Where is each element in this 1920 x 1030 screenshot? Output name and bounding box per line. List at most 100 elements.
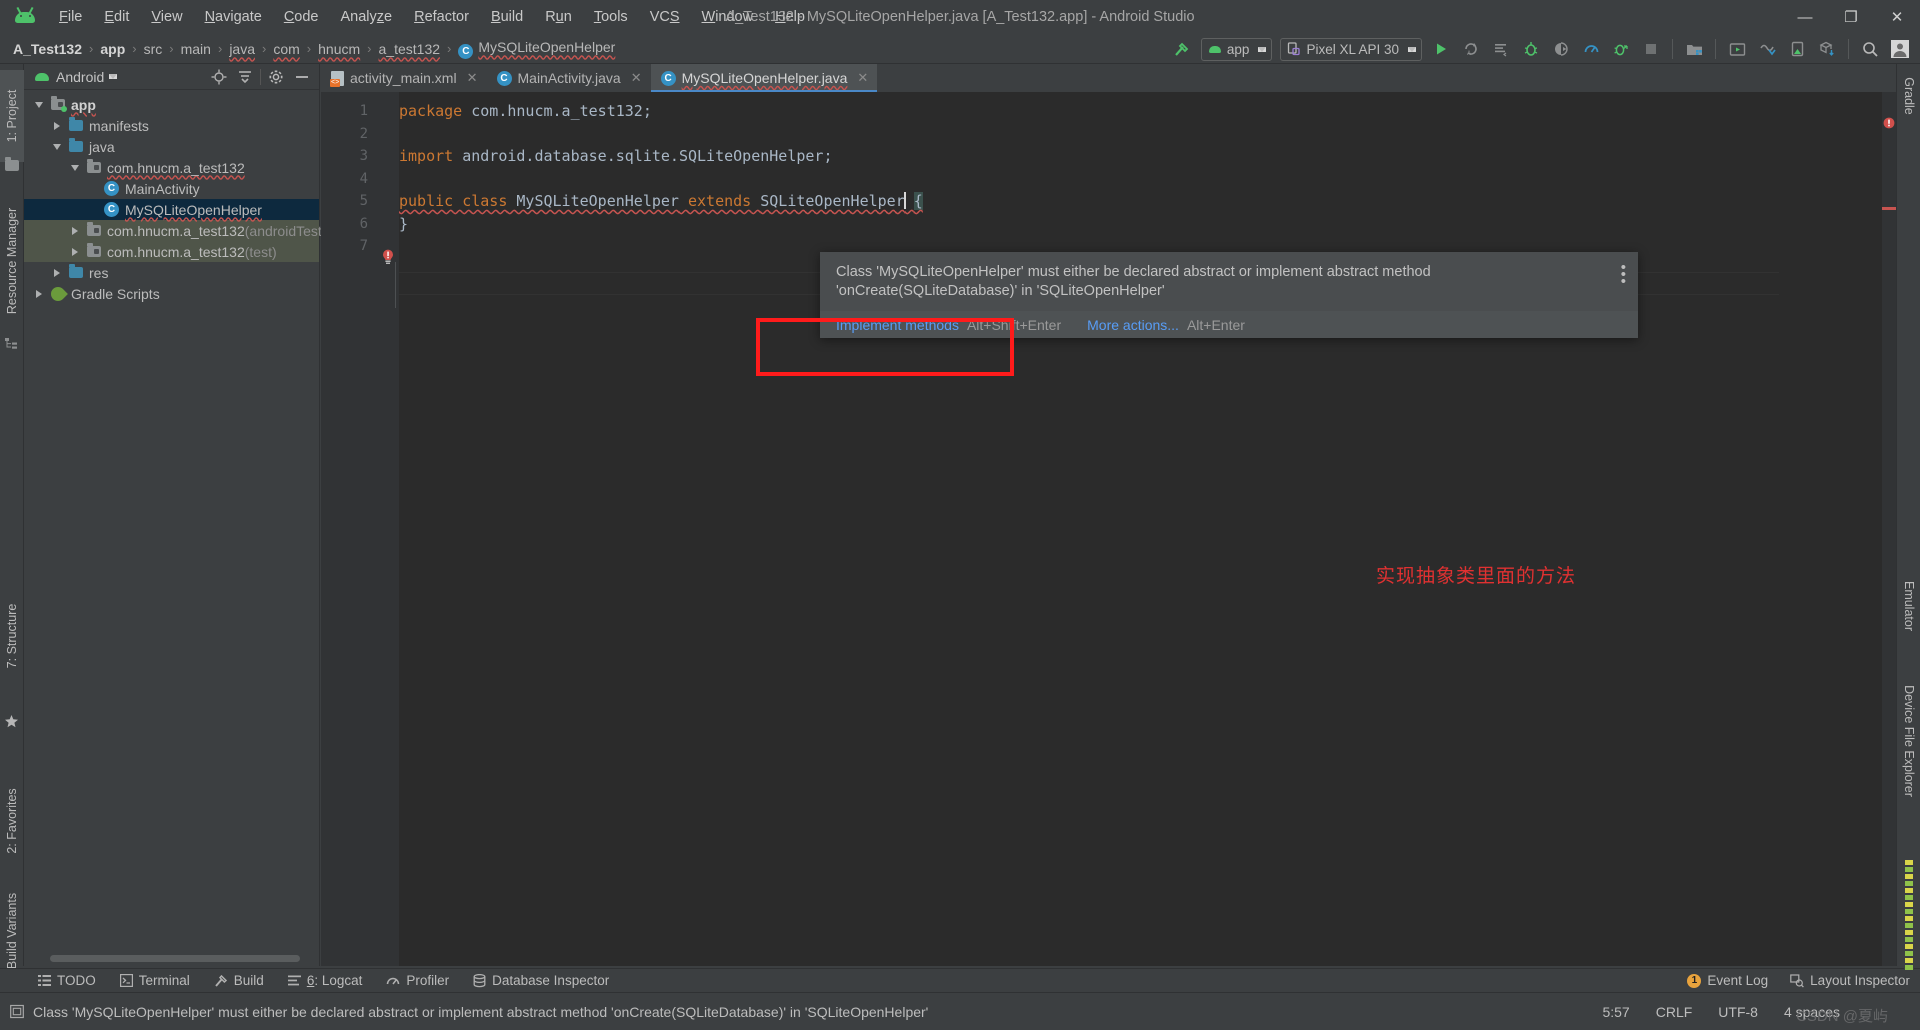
sidebar-item-structure[interactable]: 7: Structure	[0, 582, 24, 690]
menu-item-view[interactable]: View	[140, 5, 193, 29]
hide-panel-icon[interactable]	[291, 67, 313, 87]
maximize-button[interactable]: ❐	[1828, 0, 1874, 34]
error-count-marker[interactable]	[1883, 116, 1895, 129]
code-content[interactable]: package com.hnucm.a_test132; import andr…	[399, 100, 1896, 258]
tool-button-event-log[interactable]: 1 Event Log	[1687, 973, 1768, 988]
close-icon[interactable]: ✕	[467, 70, 478, 86]
close-icon[interactable]: ✕	[857, 70, 868, 86]
menu-item-build[interactable]: Build	[480, 5, 534, 29]
menu-item-edit[interactable]: Edit	[93, 5, 140, 29]
menu-item-navigate[interactable]: Navigate	[194, 5, 273, 29]
twisty-collapsed-icon[interactable]	[48, 268, 66, 277]
breadcrumb-item-a-test132[interactable]: A_Test132	[10, 40, 85, 58]
tree-row[interactable]: manifests	[24, 115, 319, 136]
breadcrumb-item-mysqliteopenhelper[interactable]: C MySQLiteOpenHelper	[455, 38, 618, 60]
breadcrumb-item-hnucm[interactable]: hnucm	[315, 40, 363, 58]
sdk-manager-icon[interactable]	[1680, 36, 1708, 62]
twisty-collapsed-icon[interactable]	[30, 289, 48, 298]
sidebar-item-resource-manager[interactable]: Resource Manager	[0, 191, 24, 331]
device-file-explorer-icon[interactable]	[1783, 36, 1811, 62]
settings-gear-icon[interactable]	[265, 67, 287, 87]
breadcrumb[interactable]: A_Test132 › app › src › main › java › com › hnucm › a_…	[10, 38, 618, 60]
tool-button-layout-inspector[interactable]: Layout Inspector	[1790, 973, 1910, 988]
apply-changes-icon[interactable]: A	[1457, 36, 1485, 62]
layout-inspector-icon[interactable]	[1753, 36, 1781, 62]
build-hammer-icon[interactable]	[1168, 36, 1196, 62]
breadcrumb-item-java[interactable]: java	[226, 40, 258, 58]
breadcrumb-item-a-test132[interactable]: a_test132	[376, 40, 444, 58]
twisty-collapsed-icon[interactable]	[48, 121, 66, 130]
tree-row[interactable]: C MainActivity	[24, 178, 319, 199]
tool-button-logcat[interactable]: 6: Logcat	[276, 973, 375, 988]
tree-row[interactable]: com.hnucm.a_test132	[24, 157, 319, 178]
sidebar-item-emulator[interactable]: Emulator	[1897, 558, 1920, 654]
sidebar-item-device-file-explorer[interactable]: Device File Explorer	[1897, 661, 1920, 821]
menu-item-help[interactable]: Help	[764, 5, 816, 29]
menu-item-analyze[interactable]: Analyze	[330, 5, 404, 29]
code-editor[interactable]: 1 2 3 4 5 6 7 package com.hnucm.a_test132; imp…	[321, 92, 1896, 966]
run-with-coverage-icon[interactable]	[1607, 36, 1635, 62]
sidebar-item-project[interactable]: 1: Project	[0, 70, 24, 162]
device-selector[interactable]: Pixel XL API 30	[1280, 37, 1422, 61]
menu-item-vcs[interactable]: VCS	[639, 5, 691, 29]
more-actions-button[interactable]: More actions...	[1087, 317, 1179, 333]
tool-button-profiler[interactable]: Profiler	[374, 973, 461, 988]
breadcrumb-item-com[interactable]: com	[270, 40, 302, 58]
stop-icon[interactable]	[1637, 36, 1665, 62]
breadcrumb-item-src[interactable]: src	[141, 40, 166, 58]
twisty-expanded-icon[interactable]	[30, 101, 48, 108]
caret-position[interactable]: 5:57	[1602, 1004, 1629, 1020]
apply-code-changes-icon[interactable]	[1487, 36, 1515, 62]
editor-tab-mysqliteopenhelper-java[interactable]: C MySQLiteOpenHelper.java ✕	[650, 64, 878, 92]
tree-row[interactable]: com.hnucm.a_test132 (androidTest)	[24, 220, 326, 241]
project-horizontal-scrollbar[interactable]	[50, 955, 300, 962]
breadcrumb-item-app[interactable]: app	[97, 40, 128, 58]
error-marker-bar[interactable]	[1882, 92, 1896, 966]
close-icon[interactable]: ✕	[631, 70, 642, 86]
menu-item-tools[interactable]: Tools	[583, 5, 639, 29]
module-selector[interactable]: app	[1200, 37, 1273, 61]
menu-item-window[interactable]: Window	[691, 5, 765, 29]
tree-row[interactable]: java	[24, 136, 319, 157]
minimize-button[interactable]: —	[1782, 0, 1828, 34]
menu-item-refactor[interactable]: Refactor	[403, 5, 480, 29]
editor-tab-activity-main-xml[interactable]: activity_main.xml ✕	[321, 64, 487, 92]
twisty-collapsed-icon[interactable]	[66, 226, 84, 235]
breadcrumb-item-main[interactable]: main	[178, 40, 214, 58]
error-stripe[interactable]	[1882, 207, 1896, 210]
menu-item-code[interactable]: Code	[273, 5, 330, 29]
menu-item-run[interactable]: Run	[534, 5, 583, 29]
line-separator[interactable]: CRLF	[1656, 1004, 1693, 1020]
search-icon[interactable]	[1856, 36, 1884, 62]
editor-tab-strip[interactable]: activity_main.xml ✕ C MainActivity.java ✕ C My…	[321, 64, 1896, 92]
chevron-down-icon[interactable]	[109, 74, 118, 79]
build-variants-icon[interactable]	[1813, 36, 1841, 62]
tool-button-build[interactable]: Build	[202, 973, 276, 988]
error-bulb-icon[interactable]	[381, 249, 395, 265]
sidebar-item-gradle[interactable]: Gradle	[1897, 58, 1920, 134]
sidebar-item-favorites[interactable]: 2: Favorites	[0, 767, 24, 875]
tree-row[interactable]: com.hnucm.a_test132 (test)	[24, 241, 319, 262]
attach-debugger-icon[interactable]	[1547, 36, 1575, 62]
menu-bar[interactable]: File Edit View Navigate Code Analyze Refactor B…	[48, 0, 816, 34]
twisty-expanded-icon[interactable]	[48, 143, 66, 150]
status-message-area[interactable]: Class 'MySQLiteOpenHelper' must either b…	[10, 1004, 928, 1020]
debug-icon[interactable]	[1517, 36, 1545, 62]
close-button[interactable]: ✕	[1874, 0, 1920, 34]
file-encoding[interactable]: UTF-8	[1718, 1004, 1758, 1020]
tool-button-todo[interactable]: TODO	[26, 973, 108, 988]
target-locate-icon[interactable]	[208, 67, 230, 87]
project-tree[interactable]: app manifests java com.hnucm.a_test132 C Main…	[24, 90, 326, 304]
tool-button-database-inspector[interactable]: Database Inspector	[461, 973, 621, 988]
menu-item-file[interactable]: File	[48, 5, 93, 29]
popup-more-menu-icon[interactable]: • • •	[1621, 260, 1626, 289]
twisty-expanded-icon[interactable]	[66, 164, 84, 171]
tree-row[interactable]: Gradle Scripts	[24, 283, 319, 304]
collapse-all-icon[interactable]	[234, 67, 256, 87]
twisty-collapsed-icon[interactable]	[66, 247, 84, 256]
avd-manager-icon[interactable]	[1723, 36, 1751, 62]
tree-row[interactable]: app	[24, 94, 319, 115]
tree-row[interactable]: C MySQLiteOpenHelper	[24, 199, 319, 220]
editor-tab-mainactivity-java[interactable]: C MainActivity.java ✕	[487, 64, 651, 92]
tool-button-terminal[interactable]: Terminal	[108, 973, 202, 988]
